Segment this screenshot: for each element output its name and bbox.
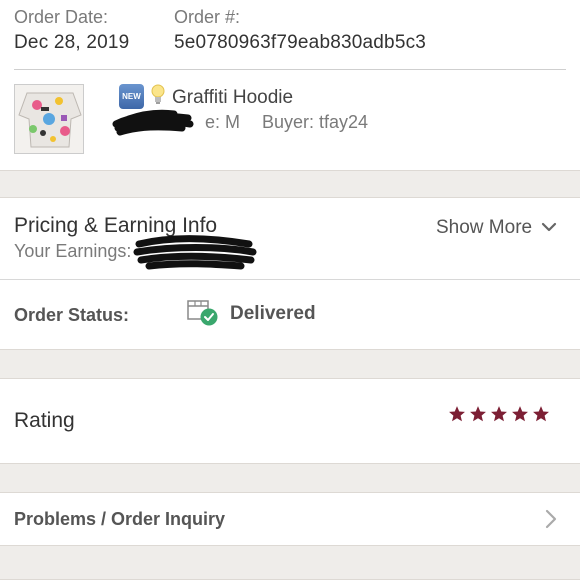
redaction-scribble: [112, 106, 194, 143]
item-size: e: M: [205, 112, 241, 132]
pricing-section[interactable]: Pricing & Earning Info Your Earnings: Sh…: [0, 198, 580, 280]
section-separator: [0, 170, 580, 198]
order-status-value: Delivered: [230, 303, 316, 324]
order-header: Order Date: Dec 28, 2019 Order #: 5e0780…: [0, 0, 580, 70]
chevron-right-icon[interactable]: [544, 508, 558, 535]
problems-inquiry-label[interactable]: Problems / Order Inquiry: [14, 509, 225, 530]
order-date-value: Dec 28, 2019: [14, 32, 130, 53]
earnings-label: Your Earnings:: [14, 241, 132, 261]
order-date-label: Order Date:: [14, 7, 109, 27]
star-icon: [470, 406, 486, 422]
rating-label: Rating: [14, 409, 75, 432]
section-separator: [0, 545, 580, 580]
star-icon: [491, 406, 507, 422]
item-thumbnail[interactable]: [14, 84, 84, 154]
show-more-button[interactable]: Show More: [436, 217, 532, 239]
star-icon: [533, 406, 549, 422]
order-number-value: 5e0780963f79eab830adb5c3: [174, 32, 427, 53]
item-buyer[interactable]: Buyer: tfay24: [262, 112, 368, 133]
section-separator: [0, 349, 580, 379]
rating-section: Rating: [0, 379, 580, 463]
order-status-section: Order Status: Delivered: [0, 281, 580, 349]
pricing-divider: [0, 279, 580, 280]
delivered-box-icon: [186, 297, 220, 332]
star-icon: [449, 406, 465, 422]
star-rating: [448, 405, 550, 423]
section-separator: [0, 463, 580, 493]
item-row[interactable]: NEW Graffiti Hoodie e: M Buyer: tfay24: [0, 70, 580, 170]
redaction-scribble: [133, 232, 257, 281]
order-number-label: Order #:: [174, 7, 241, 27]
problems-row[interactable]: Problems / Order Inquiry: [0, 493, 580, 545]
chevron-down-icon[interactable]: [541, 220, 557, 238]
order-status-label: Order Status:: [14, 305, 130, 325]
star-icon: [512, 406, 528, 422]
